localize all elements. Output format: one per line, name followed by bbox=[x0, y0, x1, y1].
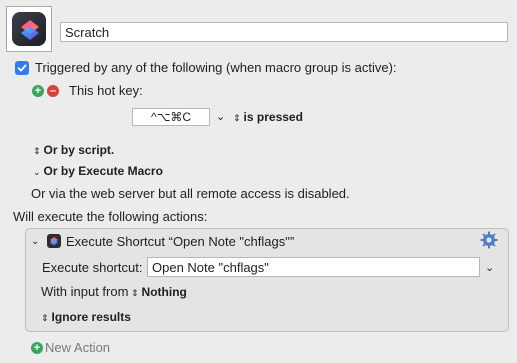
or-by-execute-macro-label: Or by Execute Macro bbox=[43, 164, 163, 178]
shortcut-menu-chevron-icon[interactable]: ⌄ bbox=[485, 261, 494, 274]
updown-chevron-icon: ⇕ bbox=[33, 146, 41, 156]
new-action-plus-icon[interactable]: + bbox=[31, 342, 43, 354]
with-input-label: With input from bbox=[41, 284, 129, 299]
action-title: Execute Shortcut “Open Note "chflags"” bbox=[66, 234, 295, 249]
macro-icon-well[interactable] bbox=[6, 6, 52, 52]
web-server-note: Or via the web server but all remote acc… bbox=[31, 186, 350, 201]
updown-chevron-icon: ⇕ bbox=[233, 113, 241, 123]
input-source-select[interactable]: ⇕ Nothing bbox=[131, 284, 187, 301]
trigger-description: Triggered by any of the following (when … bbox=[35, 60, 397, 75]
collapse-chevron-icon[interactable]: ⌄ bbox=[31, 236, 39, 247]
minus-icon: – bbox=[49, 85, 57, 97]
results-value: Ignore results bbox=[51, 310, 131, 324]
actions-heading: Will execute the following actions: bbox=[13, 209, 208, 224]
gear-icon[interactable] bbox=[480, 231, 498, 252]
hotkey-condition-value: is pressed bbox=[243, 110, 303, 124]
hotkey-field[interactable]: ^⌥⌘C bbox=[132, 108, 210, 126]
or-by-script-label: Or by script. bbox=[43, 143, 115, 157]
input-source-value: Nothing bbox=[141, 285, 187, 299]
chevron-down-icon: ⌄ bbox=[33, 167, 41, 177]
trigger-enabled-checkbox[interactable] bbox=[15, 61, 29, 75]
execute-shortcut-label: Execute shortcut: bbox=[42, 260, 143, 275]
new-action-button[interactable]: New Action bbox=[45, 340, 110, 356]
remove-trigger-button[interactable]: – bbox=[47, 85, 59, 97]
add-trigger-button[interactable]: + bbox=[32, 85, 44, 97]
plus-icon: + bbox=[34, 85, 42, 97]
results-select[interactable]: ⇕ Ignore results bbox=[41, 309, 131, 326]
or-by-execute-macro-toggle[interactable]: ⌄ Or by Execute Macro bbox=[33, 163, 163, 180]
hotkey-menu-chevron-icon[interactable]: ⌄ bbox=[216, 110, 225, 123]
hotkey-label: This hot key: bbox=[69, 83, 143, 98]
macro-name-field[interactable]: Scratch bbox=[60, 22, 508, 42]
updown-chevron-icon: ⇕ bbox=[131, 288, 139, 298]
shortcuts-app-icon bbox=[12, 12, 46, 46]
checkmark-icon bbox=[17, 64, 27, 72]
plus-icon: + bbox=[33, 342, 41, 354]
updown-chevron-icon: ⇕ bbox=[41, 313, 49, 323]
hotkey-condition-select[interactable]: ⇕ is pressed bbox=[233, 109, 303, 126]
or-by-script-toggle[interactable]: ⇕ Or by script. bbox=[33, 142, 114, 159]
execute-shortcut-field[interactable]: Open Note "chflags" bbox=[147, 257, 480, 277]
shortcut-action-icon bbox=[47, 234, 61, 251]
